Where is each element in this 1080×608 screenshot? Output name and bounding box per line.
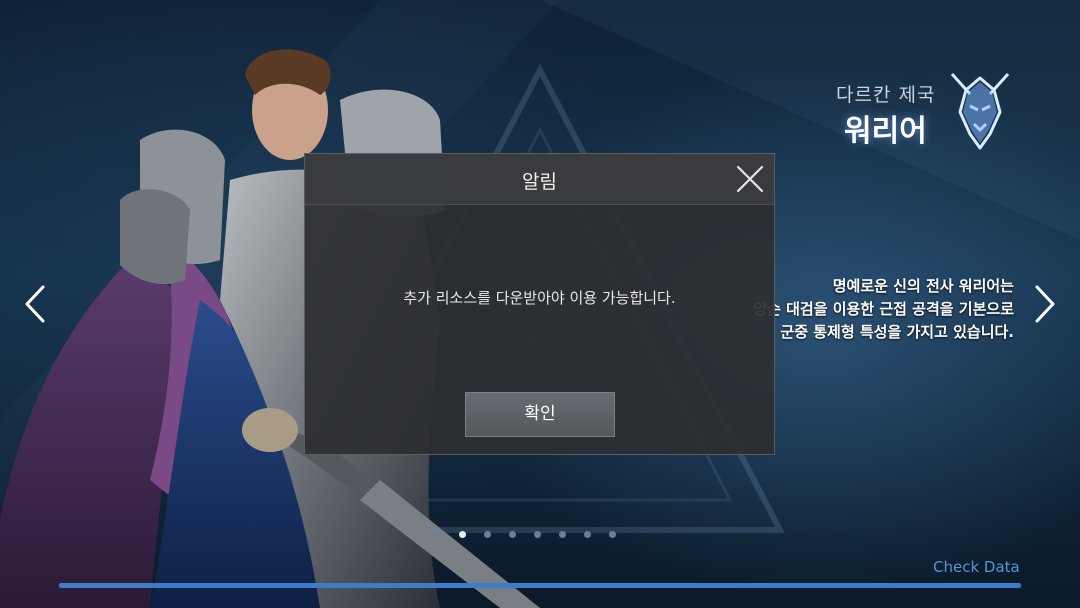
close-icon xyxy=(736,165,764,193)
page-dot[interactable] xyxy=(559,531,566,538)
page-dot[interactable] xyxy=(434,531,441,538)
chevron-right-icon xyxy=(1035,285,1055,323)
dialog-message: 추가 리소스를 다운받아야 이용 가능합니다. xyxy=(403,289,676,307)
dialog-header: 알림 xyxy=(305,154,774,205)
page-dot[interactable] xyxy=(584,531,591,538)
download-progress-bar xyxy=(59,583,1021,588)
chevron-left-icon xyxy=(25,285,45,323)
helmet-crest-icon xyxy=(950,72,1010,150)
page-dot[interactable] xyxy=(534,531,541,538)
notice-dialog: 알림 추가 리소스를 다운받아야 이용 가능합니다. 확인 xyxy=(304,153,775,455)
page-dot[interactable] xyxy=(484,531,491,538)
next-arrow-button[interactable] xyxy=(1030,282,1060,326)
dialog-title: 알림 xyxy=(522,171,557,193)
carousel-page-dots xyxy=(434,531,616,541)
page-dot[interactable] xyxy=(609,531,616,538)
prev-arrow-button[interactable] xyxy=(20,282,50,326)
class-subtitle: 다르칸 제국 xyxy=(836,84,936,106)
class-name: 워리어 xyxy=(844,114,927,149)
page-dot-active[interactable] xyxy=(459,531,466,538)
status-text: Check Data xyxy=(933,558,1020,576)
download-progress-fill xyxy=(59,583,1021,588)
close-button[interactable] xyxy=(735,164,765,194)
class-header: 다르칸 제국 워리어 xyxy=(820,68,1020,158)
page-dot[interactable] xyxy=(509,531,516,538)
confirm-button[interactable]: 확인 xyxy=(465,392,615,437)
